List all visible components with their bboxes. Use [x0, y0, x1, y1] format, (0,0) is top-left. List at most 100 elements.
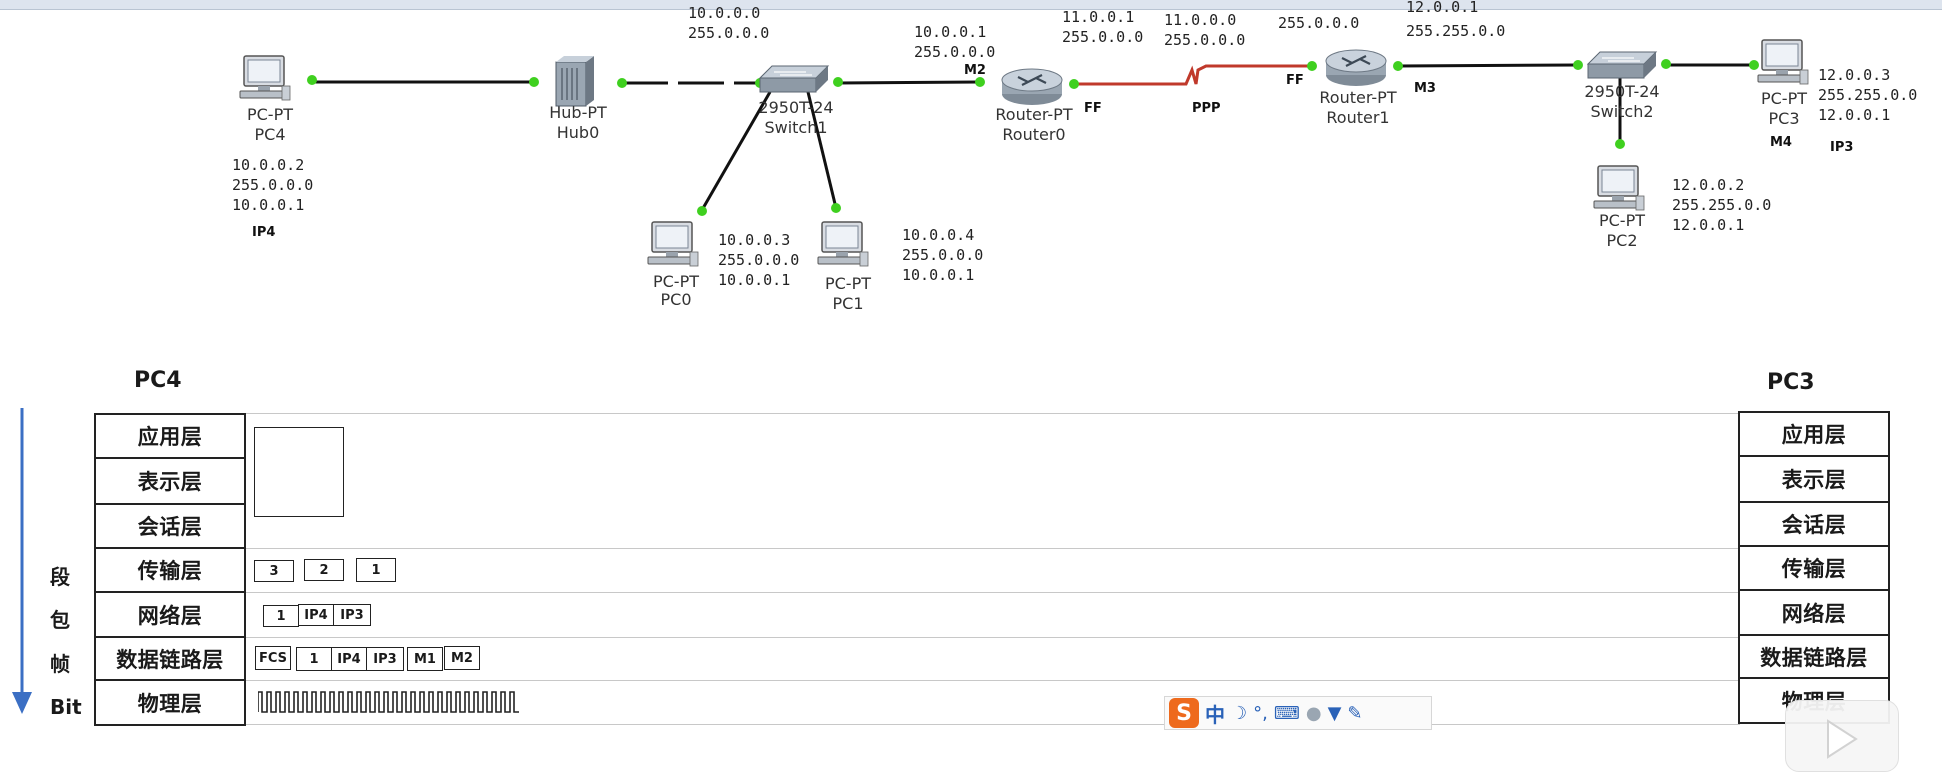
router0-wan-ip: 11.0.0.1 — [1062, 8, 1134, 26]
ppp-mask: 255.0.0.0 — [1164, 31, 1245, 49]
pc4-name-label: PC4 — [255, 125, 286, 144]
wrench-icon[interactable]: ✎ — [1347, 703, 1362, 724]
pc4-icon[interactable] — [239, 55, 291, 101]
pc2-icon[interactable] — [1593, 165, 1645, 211]
router0-name-label: Router0 — [1002, 125, 1065, 144]
ppp-net: 11.0.0.0 — [1164, 11, 1236, 29]
pc2-mask: 255.255.0.0 — [1672, 196, 1771, 214]
pc1-gateway: 10.0.0.1 — [902, 266, 974, 284]
pc0-icon[interactable] — [647, 221, 699, 267]
pdu-bit-label: Bit — [50, 695, 82, 719]
link-switch1-router0 — [837, 80, 981, 85]
left-layer-physical: 物理层 — [94, 679, 246, 726]
pc1-name-label: PC1 — [833, 294, 864, 313]
user-icon[interactable]: ● — [1306, 703, 1322, 724]
right-stack-title: PC3 — [1767, 370, 1815, 395]
pc3-mask: 255.255.0.0 — [1818, 86, 1917, 104]
packet-data-field: 1 — [263, 605, 299, 627]
ime-mode-toggle[interactable]: 中 — [1205, 699, 1225, 728]
pc3-ip: 12.0.0.3 — [1818, 66, 1890, 84]
left-layer-application: 应用层 — [94, 413, 246, 459]
link-router0-router1-serial — [1074, 64, 1312, 86]
router0-wan-mask: 255.0.0.0 — [1062, 28, 1143, 46]
right-layer-datalink: 数据链路层 — [1738, 634, 1890, 679]
frame-src-mac-field: M1 — [407, 647, 443, 671]
moon-icon[interactable]: ☽ — [1231, 703, 1247, 724]
network-topology: PC-PT PC4 Hub-PT Hub0 2950T-24 Switch1 P… — [232, 0, 1917, 313]
left-layer-datalink: 数据链路层 — [94, 636, 246, 681]
ppp-tag: PPP — [1192, 101, 1221, 116]
band-line — [246, 592, 1740, 593]
router1-wan-mask: 255.0.0.0 — [1278, 14, 1359, 32]
pc4-ip: 10.0.0.2 — [232, 156, 304, 174]
pc0-gateway: 10.0.0.1 — [718, 271, 790, 289]
switch1-mask: 255.0.0.0 — [688, 24, 769, 42]
band-line — [246, 548, 1740, 549]
pc0-type-label: PC-PT — [653, 272, 699, 291]
router1-lan-mask: 255.255.0.0 — [1406, 22, 1505, 40]
band-line — [246, 413, 1740, 414]
skin-icon[interactable]: ▼ — [1328, 703, 1342, 724]
frame-dst-mac-field: M2 — [444, 646, 480, 670]
application-data-box — [254, 427, 344, 517]
switch2-icon[interactable] — [1587, 51, 1657, 79]
router0-wan-tag: FF — [1084, 101, 1102, 116]
right-layer-transport: 传输层 — [1738, 545, 1890, 591]
router1-icon[interactable] — [1324, 48, 1388, 88]
router0-type-label: Router-PT — [995, 105, 1072, 124]
play-icon — [1827, 719, 1858, 759]
play-button[interactable] — [1785, 700, 1899, 772]
link-router1-switch2 — [1397, 63, 1579, 68]
right-layer-session: 会话层 — [1738, 501, 1890, 547]
router1-lan-tag: M3 — [1414, 81, 1436, 96]
ime-toolbar[interactable]: S 中 ☽ °, ⌨ ● ▼ ✎ — [1164, 696, 1432, 730]
frame-src-ip-field: IP4 — [331, 647, 367, 671]
pc3-tag: M4 — [1770, 135, 1792, 150]
switch1-net: 10.0.0.0 — [688, 4, 760, 22]
ime-logo-icon[interactable]: S — [1169, 698, 1199, 728]
pc3-type-label: PC-PT — [1761, 89, 1807, 108]
right-layer-application: 应用层 — [1738, 411, 1890, 457]
left-layer-transport: 传输层 — [94, 547, 246, 593]
router1-lan-ip: 12.0.0.1 — [1406, 0, 1478, 16]
pc2-type-label: PC-PT — [1599, 211, 1645, 230]
hub0-name-label: Hub0 — [557, 123, 600, 142]
pc3-tag2: IP3 — [1830, 140, 1853, 155]
pc0-ip: 10.0.0.3 — [718, 231, 790, 249]
left-stack-title: PC4 — [134, 368, 182, 393]
pc0-mask: 255.0.0.0 — [718, 251, 799, 269]
left-layer-presentation: 表示层 — [94, 457, 246, 505]
keyboard-icon[interactable]: ⌨ — [1274, 703, 1300, 724]
pc1-icon[interactable] — [817, 221, 869, 267]
punctuation-icon[interactable]: °, — [1253, 703, 1268, 724]
pdu-segment-label: 段 — [50, 565, 70, 589]
router0-lan-mask: 255.0.0.0 — [914, 43, 995, 61]
frame-dst-ip-field: IP3 — [366, 647, 404, 671]
frame-fcs-field: FCS — [255, 646, 291, 670]
router1-type-label: Router-PT — [1319, 88, 1396, 107]
left-layer-session: 会话层 — [94, 503, 246, 549]
switch1-name-label: Switch1 — [764, 118, 827, 137]
frame-data-field: 1 — [296, 647, 332, 671]
pc4-tag: IP4 — [252, 225, 275, 240]
router0-lan-tag: M2 — [964, 63, 986, 78]
encapsulation-arrow — [12, 408, 32, 714]
switch1-icon[interactable] — [759, 65, 829, 93]
bitstream-waveform — [258, 691, 519, 713]
router0-lan-ip: 10.0.0.1 — [914, 23, 986, 41]
pc3-icon[interactable] — [1757, 39, 1809, 85]
pc4-mask: 255.0.0.0 — [232, 176, 313, 194]
pc1-ip: 10.0.0.4 — [902, 226, 974, 244]
segment-box: 1 — [356, 558, 396, 582]
pc2-name-label: PC2 — [1607, 231, 1638, 250]
pc1-mask: 255.0.0.0 — [902, 246, 983, 264]
pc2-gateway: 12.0.0.1 — [1672, 216, 1744, 234]
right-layer-network: 网络层 — [1738, 589, 1890, 636]
router1-wan-tag: FF — [1286, 73, 1304, 88]
packet-dst-ip-field: IP3 — [333, 604, 371, 626]
router0-icon[interactable] — [1000, 67, 1064, 107]
hub0-icon[interactable] — [555, 55, 595, 107]
hub0-type-label: Hub-PT — [549, 103, 607, 122]
band-line — [246, 637, 1740, 638]
pc2-ip: 12.0.0.2 — [1672, 176, 1744, 194]
